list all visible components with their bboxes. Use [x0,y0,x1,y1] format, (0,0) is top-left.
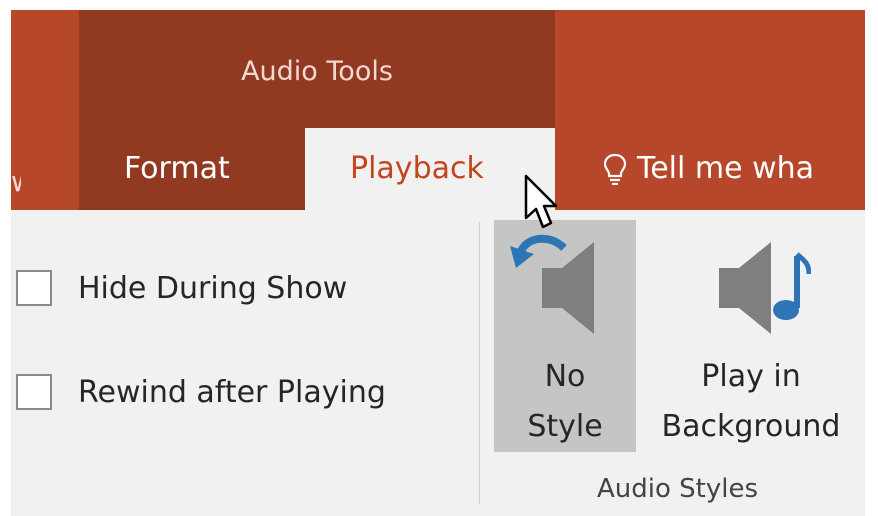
rewind-after-playing-option[interactable]: Rewind after Playing [16,374,386,410]
hide-during-show-option[interactable]: Hide During Show [16,270,347,306]
group-separator [479,222,480,504]
tab-partial-left[interactable]: w [11,165,21,195]
play-in-background-label-line2: Background [661,409,841,444]
tab-playback-label: Playback [350,151,484,186]
tab-format[interactable]: Format [124,151,230,186]
audio-styles-group-label: Audio Styles [596,474,758,504]
tell-me-text: Tell me wha [637,151,815,186]
contextual-group-title: Audio Tools [241,56,393,87]
ribbon-body: Hide During Show Rewind after Playing No… [11,210,865,516]
mouse-cursor-icon [524,174,558,229]
speaker-music-note-icon [719,242,811,334]
play-in-background-label-line1: Play in [701,359,801,394]
hide-during-show-label: Hide During Show [78,270,348,306]
tab-playback[interactable]: Playback [305,128,555,220]
no-style-label-line2: Style [527,409,603,444]
rewind-after-playing-label: Rewind after Playing [78,374,386,410]
lightbulb-icon [603,153,627,185]
no-style-button[interactable]: No Style [494,220,636,452]
speaker-icon [542,242,594,334]
play-in-background-button[interactable]: Play in Background [641,220,861,452]
no-style-label-line1: No [544,359,586,394]
powerpoint-ribbon: Audio Tools w Format Playback Tell me wh… [11,10,865,516]
rewind-after-playing-checkbox[interactable] [16,374,52,410]
tell-me-search[interactable]: Tell me wha [603,151,814,186]
hide-during-show-checkbox[interactable] [16,270,52,306]
